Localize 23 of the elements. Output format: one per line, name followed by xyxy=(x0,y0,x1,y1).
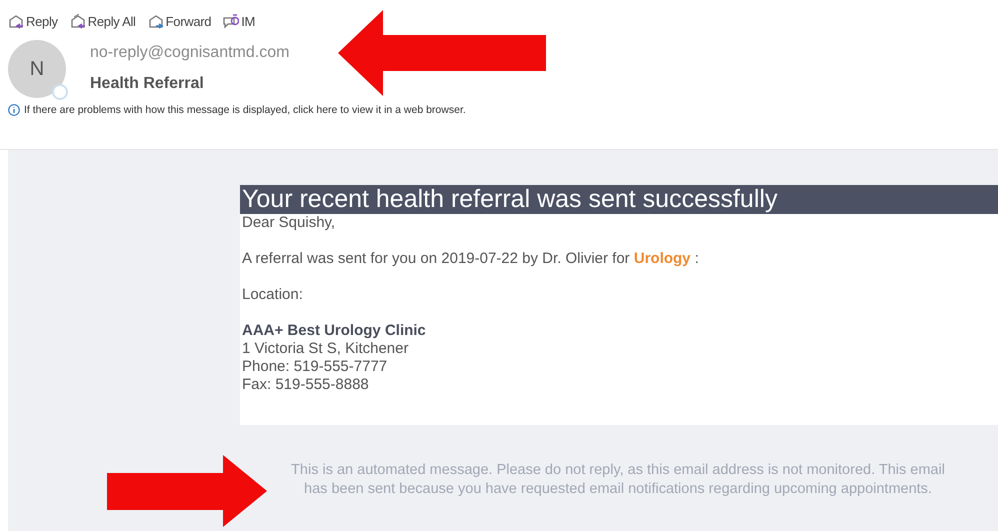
reply-all-button[interactable]: Reply All xyxy=(70,14,136,28)
chat-icon xyxy=(223,14,240,28)
message-heading: Your recent health referral was sent successfully xyxy=(240,185,998,214)
envelope-icon xyxy=(8,14,24,28)
clinic-detail: 1 Victoria St S, Kitchener xyxy=(241,340,410,358)
im-button[interactable]: IM xyxy=(223,14,256,28)
presence-icon xyxy=(52,84,68,100)
referral-text: A referral was sent for you on 2019-07-22 by Dr. Olivier for Urology : xyxy=(241,250,700,268)
clinic-name: AAA+ Best Urology Clinic xyxy=(241,322,427,340)
clinic-detail: Fax: 519-555-8888 xyxy=(241,376,370,394)
location-label: Location: xyxy=(241,286,304,304)
greeting: Dear Squishy, xyxy=(241,214,336,232)
info-icon xyxy=(8,104,20,116)
email-subject: Health Referral xyxy=(90,75,205,93)
clinic-detail: Phone: 519-555-7777 xyxy=(241,358,388,376)
forward-button[interactable]: Forward xyxy=(148,14,212,28)
info-bar-link[interactable]: If there are problems with how this message is displayed, click here to view it in a web browser. xyxy=(24,104,466,116)
footer-notice: This is an automated message. Please do not reply, as this email address is not monitored. This email has been sent because you have requested email notifications regarding upcoming appointments. xyxy=(290,461,946,499)
avatar-initial: N xyxy=(30,58,44,80)
envelope-icon xyxy=(70,14,86,28)
sender-address: no-reply@cognisantmd.com xyxy=(90,44,290,62)
reply-button[interactable]: Reply xyxy=(8,14,58,28)
envelope-icon xyxy=(148,14,164,28)
